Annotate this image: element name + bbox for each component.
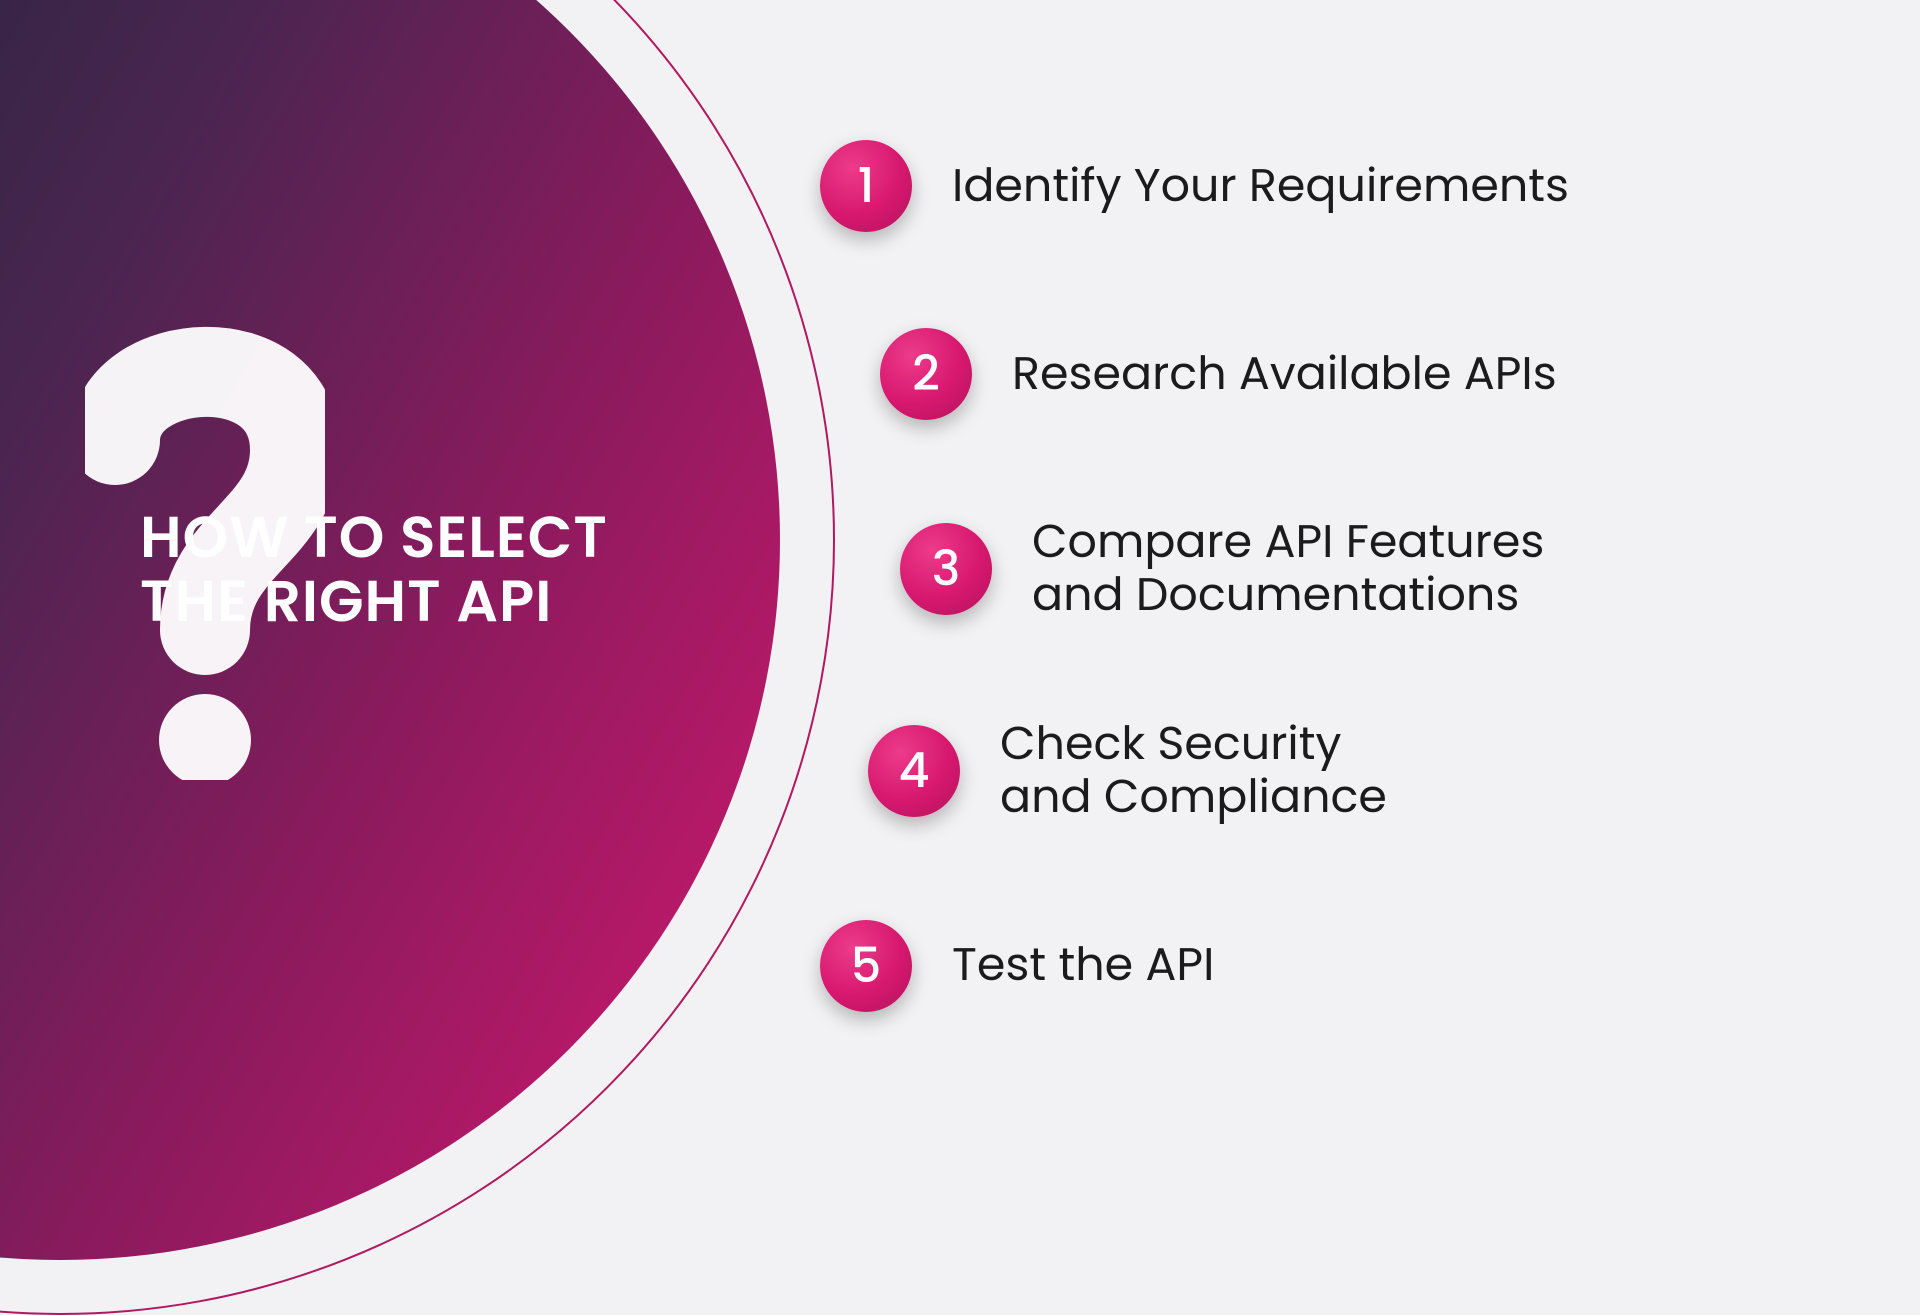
step-item-4: 4 Check Securityand Compliance: [868, 718, 1569, 824]
step-number-badge: 3: [900, 523, 992, 615]
step-item-5: 5 Test the API: [820, 920, 1569, 1012]
step-item-2: 2 Research Available APIs: [880, 328, 1569, 420]
step-number-badge: 1: [820, 140, 912, 232]
step-label: Identify Your Requirements: [952, 160, 1569, 213]
outline-ring: [0, 0, 835, 1315]
page-title: HOW TO SELECT THE RIGHT API: [140, 506, 608, 634]
step-label: Research Available APIs: [1012, 348, 1557, 401]
step-label: Check Securityand Compliance: [1000, 718, 1387, 824]
steps-list: 1 Identify Your Requirements 2 Research …: [820, 140, 1569, 1012]
step-item-3: 3 Compare API Featuresand Documentations: [900, 516, 1569, 622]
step-label: Test the API: [952, 939, 1214, 992]
step-number-badge: 5: [820, 920, 912, 1012]
step-item-1: 1 Identify Your Requirements: [820, 140, 1569, 232]
title-line-2: THE RIGHT API: [140, 561, 552, 642]
step-number-badge: 2: [880, 328, 972, 420]
step-number-badge: 4: [868, 725, 960, 817]
step-label: Compare API Featuresand Documentations: [1032, 516, 1544, 622]
